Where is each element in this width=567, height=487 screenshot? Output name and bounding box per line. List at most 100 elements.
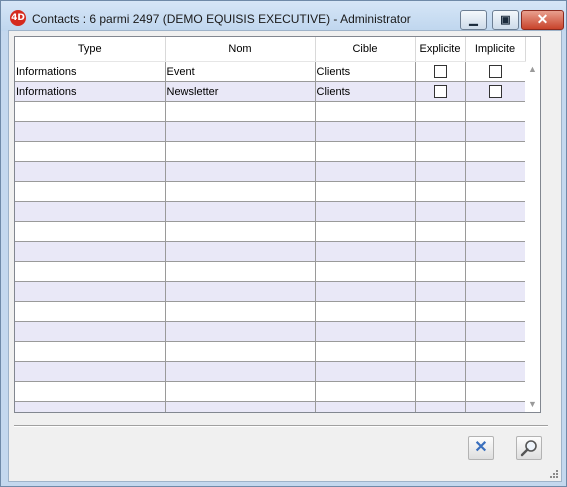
column-header-cible[interactable]: Cible: [315, 37, 416, 62]
empty-cell: [465, 281, 526, 302]
table-row-empty[interactable]: [15, 401, 526, 412]
explicite-checkbox[interactable]: [433, 85, 447, 98]
search-button[interactable]: [516, 436, 542, 460]
table-row-empty[interactable]: [15, 121, 526, 142]
empty-cell: [15, 141, 166, 162]
column-header-nom[interactable]: Nom: [165, 37, 316, 62]
empty-cell: [15, 221, 166, 242]
app-window: 4D Contacts : 6 parmi 2497 (DEMO EQUISIS…: [0, 0, 567, 487]
cell-nom: Event: [165, 61, 316, 82]
table-row-empty[interactable]: [15, 341, 526, 362]
empty-cell: [165, 361, 316, 382]
empty-cell: [465, 121, 526, 142]
empty-cell: [465, 361, 526, 382]
empty-cell: [15, 281, 166, 302]
implicite-checkbox[interactable]: [488, 85, 502, 98]
vertical-scrollbar[interactable]: ▲ ▼: [525, 62, 540, 412]
empty-cell: [415, 241, 466, 262]
empty-cell: [465, 161, 526, 182]
table-row-empty[interactable]: [15, 101, 526, 122]
empty-cell: [15, 181, 166, 202]
close-window-button[interactable]: ✕: [521, 10, 564, 30]
empty-cell: [465, 181, 526, 202]
empty-cell: [415, 401, 466, 412]
table-row-empty[interactable]: [15, 281, 526, 302]
empty-cell: [415, 201, 466, 222]
empty-cell: [15, 201, 166, 222]
empty-cell: [165, 261, 316, 282]
maximize-button[interactable]: ▣: [492, 10, 519, 30]
empty-cell: [415, 141, 466, 162]
empty-cell: [415, 161, 466, 182]
table-row-empty[interactable]: [15, 241, 526, 262]
table-row-empty[interactable]: [15, 201, 526, 222]
empty-cell: [165, 181, 316, 202]
table-row-empty[interactable]: [15, 221, 526, 242]
table-row-empty[interactable]: [15, 161, 526, 182]
empty-cell: [465, 201, 526, 222]
table-row-empty[interactable]: [15, 301, 526, 322]
empty-cell: [165, 121, 316, 142]
empty-cell: [415, 321, 466, 342]
resize-grip-icon[interactable]: [549, 469, 559, 479]
empty-cell: [415, 181, 466, 202]
empty-cell: [465, 381, 526, 402]
empty-cell: [315, 201, 416, 222]
close-x-icon: ✕: [474, 439, 488, 456]
explicite-checkbox[interactable]: [433, 65, 447, 78]
empty-cell: [165, 201, 316, 222]
empty-cell: [15, 301, 166, 322]
empty-cell: [165, 341, 316, 362]
cell-nom: Newsletter: [165, 81, 316, 102]
table-row-empty[interactable]: [15, 321, 526, 342]
empty-cell: [15, 101, 166, 122]
column-header-type[interactable]: Type: [15, 37, 166, 62]
cell-type: Informations: [15, 81, 166, 102]
cell-explicite: [415, 81, 466, 102]
cancel-button[interactable]: ✕: [468, 436, 494, 460]
empty-cell: [415, 121, 466, 142]
empty-cell: [15, 261, 166, 282]
empty-cell: [315, 161, 416, 182]
empty-cell: [165, 301, 316, 322]
table-row[interactable]: Informations Newsletter Clients: [15, 81, 526, 102]
empty-cell: [315, 361, 416, 382]
column-header-explicite[interactable]: Explicite: [415, 37, 466, 62]
empty-cell: [165, 141, 316, 162]
empty-cell: [415, 381, 466, 402]
empty-cell: [415, 341, 466, 362]
implicite-checkbox[interactable]: [488, 65, 502, 78]
table-row-empty[interactable]: [15, 361, 526, 382]
empty-cell: [415, 221, 466, 242]
contacts-list[interactable]: Type Nom Cible Explicite Implicite Infor…: [14, 36, 541, 413]
empty-cell: [315, 241, 416, 262]
table-row-empty[interactable]: [15, 381, 526, 402]
empty-cell: [315, 181, 416, 202]
empty-cell: [465, 101, 526, 122]
title-bar[interactable]: 4D Contacts : 6 parmi 2497 (DEMO EQUISIS…: [1, 1, 566, 31]
scroll-down-arrow-icon[interactable]: ▼: [526, 398, 539, 411]
empty-cell: [165, 321, 316, 342]
table-row-empty[interactable]: [15, 181, 526, 202]
table-row[interactable]: Informations Event Clients: [15, 61, 526, 82]
empty-cell: [15, 341, 166, 362]
table-row-empty[interactable]: [15, 261, 526, 282]
minimize-button[interactable]: ▁: [460, 10, 487, 30]
empty-cell: [15, 401, 166, 412]
cell-implicite: [465, 81, 526, 102]
scroll-up-arrow-icon[interactable]: ▲: [526, 63, 539, 76]
empty-cell: [315, 381, 416, 402]
cell-type: Informations: [15, 61, 166, 82]
empty-cell: [465, 401, 526, 412]
window-content: Type Nom Cible Explicite Implicite Infor…: [8, 30, 562, 482]
empty-cell: [315, 141, 416, 162]
empty-cell: [315, 221, 416, 242]
empty-cell: [465, 141, 526, 162]
column-header-implicite[interactable]: Implicite: [465, 37, 526, 62]
table-row-empty[interactable]: [15, 141, 526, 162]
cell-implicite: [465, 61, 526, 82]
empty-cell: [465, 261, 526, 282]
empty-cell: [315, 301, 416, 322]
empty-cell: [165, 161, 316, 182]
cell-cible: Clients: [315, 81, 416, 102]
